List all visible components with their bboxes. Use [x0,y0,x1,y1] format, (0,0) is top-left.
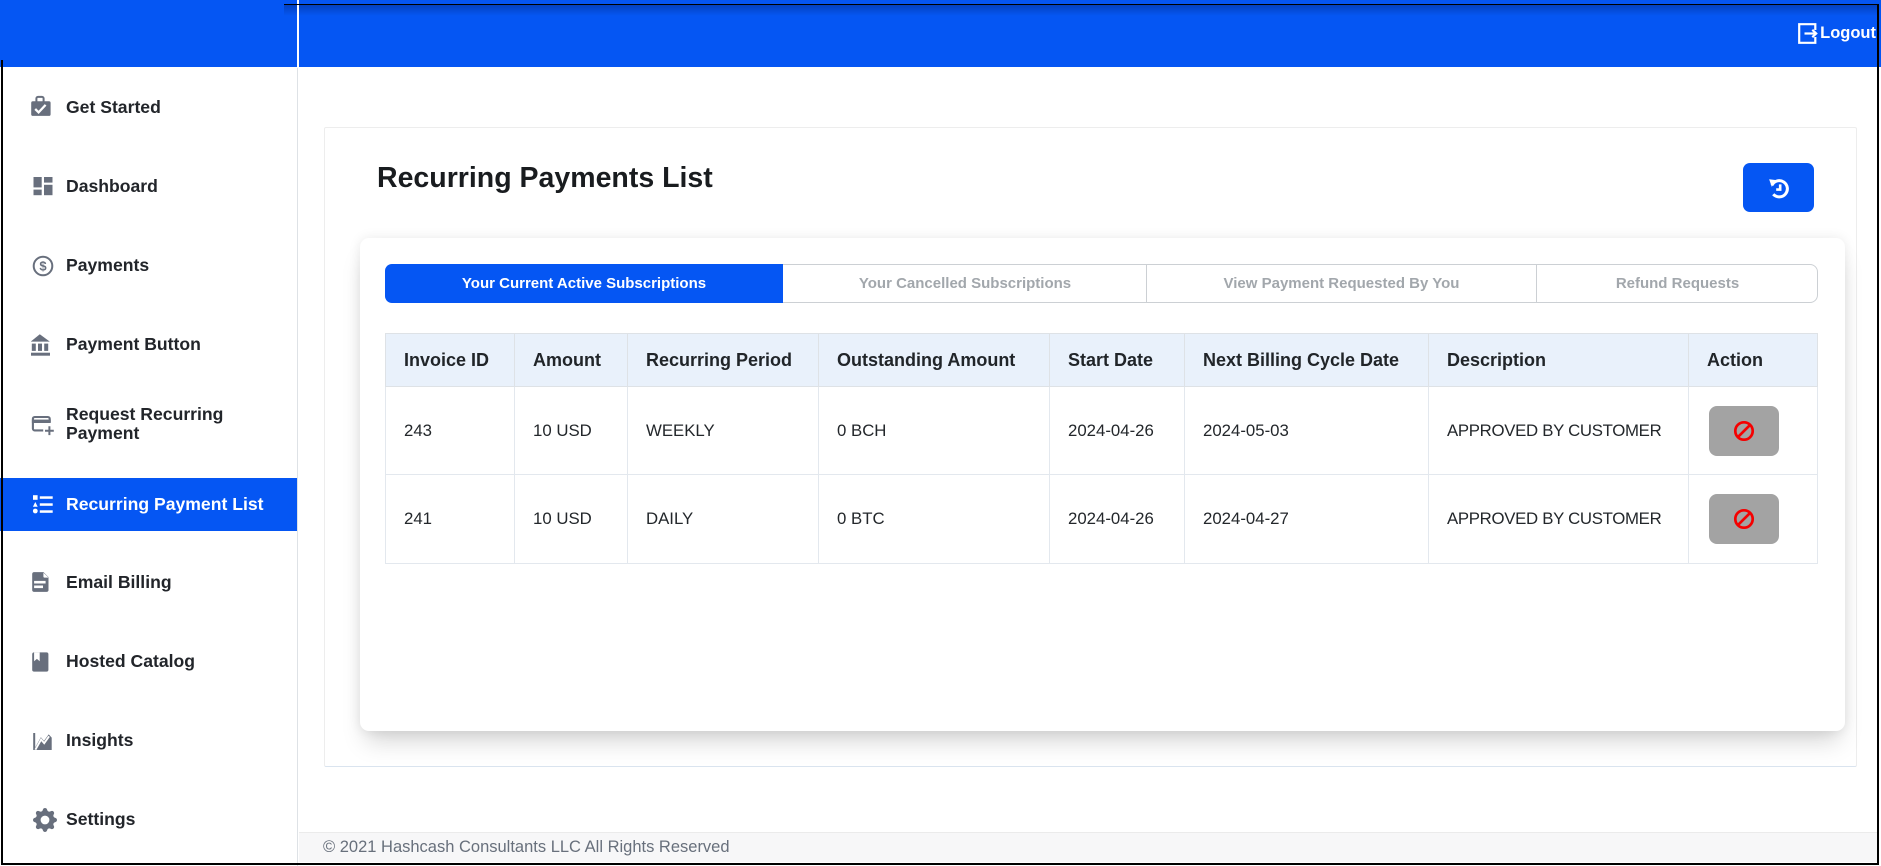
svg-text:$: $ [39,258,47,273]
